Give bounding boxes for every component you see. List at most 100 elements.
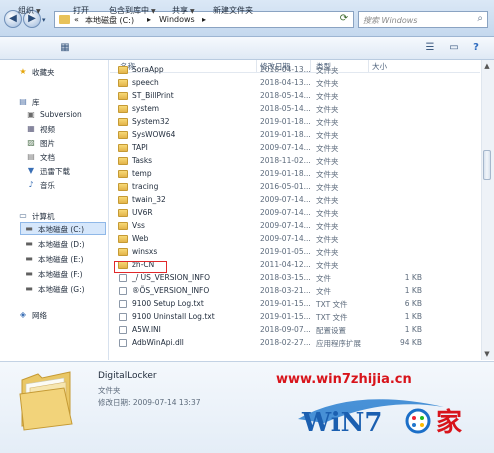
file-name: temp [132,169,152,178]
breadcrumb-windows[interactable]: Windows [159,15,195,24]
organize-button[interactable]: 组织 ▼ [18,5,41,16]
file-name: Vss [132,221,145,230]
file-row[interactable]: winsxs 2019-01-05... 文件夹 [110,246,480,258]
include-in-library-label: 包含到库中 [109,6,149,15]
nav-network[interactable]: 网络 [32,310,47,321]
file-row[interactable]: system 2018-05-14... 文件夹 [110,103,480,115]
file-name: winsxs [132,247,158,256]
file-row[interactable]: 9100 Setup Log.txt 2019-01-15... TXT 文件 6 K… [110,298,480,310]
view-options-icon[interactable]: ☰ [424,42,436,53]
details-name: DigitalLocker [98,371,157,381]
file-name: ®ÕS_VERSION_INFO [132,286,210,295]
nav-lib-subversion[interactable]: Subversion [40,110,82,119]
file-row[interactable]: twain_32 2009-07-14... 文件夹 [110,194,480,206]
search-placeholder: 搜索 Windows [363,16,418,25]
nav-drive-e[interactable]: 本地磁盘 (E:) [38,254,84,265]
breadcrumb-arrow[interactable]: ▸ [202,15,206,24]
nav-lib-thunder-download[interactable]: 迅雷下载 [40,166,70,177]
file-row[interactable]: Vss 2009-07-14... 文件夹 [110,220,480,232]
search-input[interactable]: 搜索 Windows ⌕ [358,11,488,28]
folder-icon [118,118,128,126]
breadcrumb-drive-c[interactable]: 本地磁盘 (C:) [85,15,134,26]
file-size: 6 KB [404,299,422,308]
file-date: 2018-11-02... [260,156,311,165]
scroll-down-icon[interactable]: ▼ [481,348,493,360]
file-name: A5W.INI [132,325,161,334]
file-row[interactable]: System32 2019-01-18... 文件夹 [110,116,480,128]
scroll-up-icon[interactable]: ▲ [481,60,493,72]
folder-icon [118,79,128,87]
file-date: 2018-02-27... [260,338,311,347]
file-row[interactable]: AdbWinApi.dll 2018-02-27... 应用程序扩展 94 KB [110,337,480,349]
file-row[interactable]: TAPI 2009-07-14... 文件夹 [110,142,480,154]
preview-pane-icon[interactable]: ▭ [448,42,460,53]
file-row[interactable]: temp 2019-01-18... 文件夹 [110,168,480,180]
file-name: System32 [132,117,170,126]
include-in-library-button[interactable]: 包含到库中 ▼ [109,5,156,16]
breadcrumb-arrow[interactable]: ▸ [147,15,151,24]
nav-drive-g[interactable]: 本地磁盘 (G:) [38,284,85,295]
watermark-url: www.win7zhijia.cn [276,372,412,387]
organize-label: 组织 [18,6,34,15]
file-row[interactable]: _/ ÚS_VERSION_INFO 2018-03-15... 文件 1 KB [110,272,480,284]
search-icon[interactable]: ⌕ [477,13,483,24]
file-name: system [132,104,160,113]
file-date: 2019-01-15... [260,299,311,308]
nav-libraries[interactable]: 库 [32,97,40,108]
nav-drive-d[interactable]: 本地磁盘 (D:) [38,239,85,250]
folder-icon [118,144,128,152]
file-row[interactable]: ®ÕS_VERSION_INFO 2018-03-21... 文件 1 KB [110,285,480,297]
file-date: 2009-07-14... [260,195,311,204]
folder-icon [118,248,128,256]
drive-icon: ▬ [25,224,33,233]
file-date: 2016-05-01... [260,182,311,191]
file-row[interactable]: SysWOW64 2019-01-18... 文件夹 [110,129,480,141]
file-row[interactable]: A5W.INI 2018-09-07... 配置设置 1 KB [110,324,480,336]
nav-favorites[interactable]: 收藏夹 [32,67,55,78]
file-type: 文件 [316,287,331,296]
file-row[interactable]: tracing 2016-05-01... 文件夹 [110,181,480,193]
refresh-icon[interactable]: ⟳ [336,12,352,26]
address-input[interactable]: « 本地磁盘 (C:) ▸ Windows ▸ [54,11,354,28]
chevron-down-icon: ▼ [190,8,195,15]
file-row[interactable]: SoraApp 2018-04-13... 文件夹 [110,64,480,76]
file-row[interactable]: speech 2018-04-13... 文件夹 [110,77,480,89]
file-icon [119,287,127,295]
share-button[interactable]: 共享 ▼ [172,5,195,16]
details-type: 文件夹 [98,386,121,395]
svg-text:家: 家 [436,407,462,437]
nav-drive-c[interactable]: 本地磁盘 (C:) [38,224,84,235]
file-date: 2018-09-07... [260,325,311,334]
history-dropdown-icon[interactable]: ▾ [42,16,50,24]
file-row[interactable]: 9100 Uninstall Log.txt 2019-01-15... TXT 文… [110,311,480,323]
folder-icon [59,15,70,24]
file-row[interactable]: UV6R 2009-07-14... 文件夹 [110,207,480,219]
nav-lib-documents[interactable]: 文档 [40,152,55,163]
nav-lib-music[interactable]: 音乐 [40,180,55,191]
new-folder-button[interactable]: 新建文件夹 [213,5,253,16]
help-icon[interactable]: ? [470,42,482,53]
file-name: SysWOW64 [132,130,176,139]
file-name: _/ ÚS_VERSION_INFO [132,273,211,282]
nav-computer[interactable]: 计算机 [32,211,55,222]
file-icon [119,274,127,282]
file-row[interactable]: Web 2009-07-14... 文件夹 [110,233,480,245]
file-size: 1 KB [404,273,422,282]
scroll-thumb[interactable] [483,150,491,180]
folder-icon [118,209,128,217]
file-name: SoraApp [132,65,164,74]
breadcrumb-overflow[interactable]: « [74,15,79,24]
file-icon [119,326,127,334]
nav-lib-video[interactable]: 视频 [40,124,55,135]
file-name: Web [132,234,149,243]
library-icon: ▤ [19,97,27,106]
nav-drive-f[interactable]: 本地磁盘 (F:) [38,269,83,280]
nav-lib-pictures[interactable]: 图片 [40,138,55,149]
open-button[interactable]: 打开 [73,5,89,16]
file-row[interactable]: Tasks 2018-11-02... 文件夹 [110,155,480,167]
vertical-scrollbar[interactable] [481,60,494,360]
file-row[interactable]: ST_BillPrint 2018-05-14... 文件夹 [110,90,480,102]
file-name: ST_BillPrint [132,91,174,100]
folder-icon [118,196,128,204]
folder-icon [118,157,128,165]
